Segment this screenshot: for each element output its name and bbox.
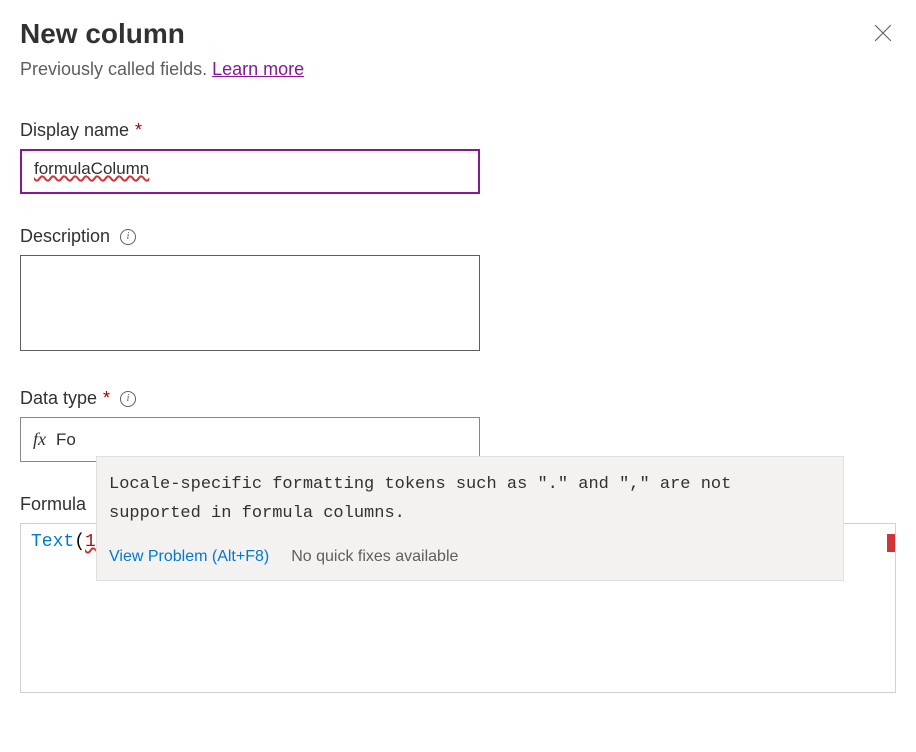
- data-type-value: Fo: [56, 430, 467, 450]
- close-button[interactable]: [870, 20, 896, 51]
- description-input[interactable]: [20, 255, 480, 351]
- description-label: Description i: [20, 226, 896, 247]
- view-problem-link[interactable]: View Problem (Alt+F8): [109, 543, 269, 570]
- info-icon[interactable]: i: [120, 391, 136, 407]
- required-marker: *: [103, 388, 110, 409]
- formula-fn: Text: [31, 532, 74, 552]
- data-type-label: Data type * i: [20, 388, 896, 409]
- tooltip-message: Locale-specific formatting tokens such a…: [109, 471, 831, 529]
- fx-icon: fx: [33, 429, 46, 450]
- no-fixes-text: No quick fixes available: [291, 543, 458, 570]
- error-marker[interactable]: [887, 534, 895, 552]
- display-name-input[interactable]: formulaColumn: [20, 149, 480, 194]
- display-name-value: formulaColumn: [34, 159, 149, 178]
- formula-label-text: Formula: [20, 494, 86, 515]
- display-name-label: Display name *: [20, 120, 896, 141]
- open-paren: (: [74, 532, 85, 552]
- display-name-label-text: Display name: [20, 120, 129, 141]
- learn-more-link[interactable]: Learn more: [212, 59, 304, 79]
- info-icon[interactable]: i: [120, 229, 136, 245]
- subtitle-text: Previously called fields.: [20, 59, 212, 79]
- data-type-label-text: Data type: [20, 388, 97, 409]
- description-label-text: Description: [20, 226, 110, 247]
- formula-arg1: 1: [85, 532, 96, 552]
- panel-subtitle: Previously called fields. Learn more: [20, 59, 896, 80]
- required-marker: *: [135, 120, 142, 141]
- close-icon: [874, 24, 892, 42]
- panel-title: New column: [20, 18, 185, 50]
- error-tooltip: Locale-specific formatting tokens such a…: [96, 456, 844, 581]
